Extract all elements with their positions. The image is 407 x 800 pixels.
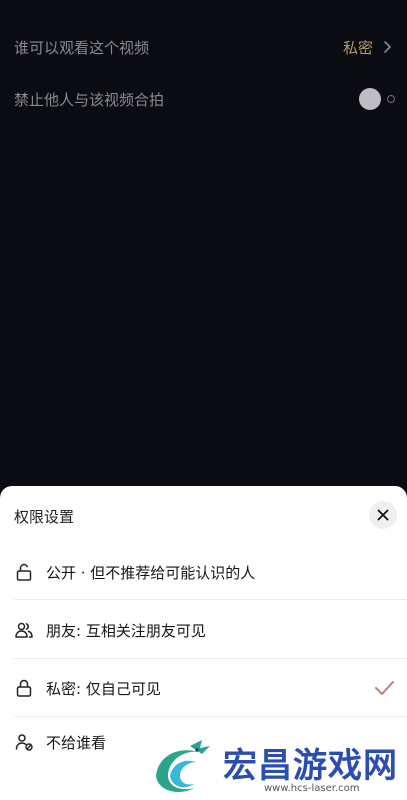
option-private-label: 私密: 仅自己可见 [46,679,161,698]
option-private[interactable]: 私密: 仅自己可见 [0,660,407,716]
divider [14,658,407,659]
checkmark-icon [375,681,394,695]
watermark-brand: 宏昌游戏网 [223,746,398,786]
toggle-knob [359,88,381,110]
who-can-view-value-group: 私密 [343,37,395,58]
disable-duet-row: 禁止他人与该视频合拍 [14,79,395,119]
disable-duet-toggle[interactable] [359,88,395,110]
dragon-logo-icon [156,740,210,792]
option-friends-label: 朋友: 互相关注朋友可见 [46,621,206,640]
watermark: 宏昌游戏网 www.hcs-laser.com [150,736,407,800]
disable-duet-label: 禁止他人与该视频合拍 [14,90,165,109]
close-icon [377,509,389,521]
friends-icon [15,622,33,638]
who-can-view-label: 谁可以观看这个视频 [14,38,150,57]
watermark-url: www.hcs-laser.com [264,783,360,794]
chevron-right-icon [384,41,391,53]
who-can-view-row[interactable]: 谁可以观看这个视频 私密 [14,27,395,67]
close-button[interactable] [369,501,397,529]
video-settings-page: 谁可以观看这个视频 私密 禁止他人与该视频合拍 [0,0,407,486]
option-hide-from-label: 不给谁看 [46,733,107,752]
option-public[interactable]: 公开 · 但不推荐给可能认识的人 [0,544,407,600]
option-friends[interactable]: 朋友: 互相关注朋友可见 [0,602,407,658]
unlock-icon [16,563,32,581]
toggle-off-indicator [387,95,395,103]
divider [14,599,407,600]
lock-icon [16,679,32,697]
sheet-title: 权限设置 [14,508,75,526]
person-block-icon [15,734,33,751]
option-public-label: 公开 · 但不推荐给可能认识的人 [46,563,256,582]
visibility-value: 私密 [342,38,373,57]
